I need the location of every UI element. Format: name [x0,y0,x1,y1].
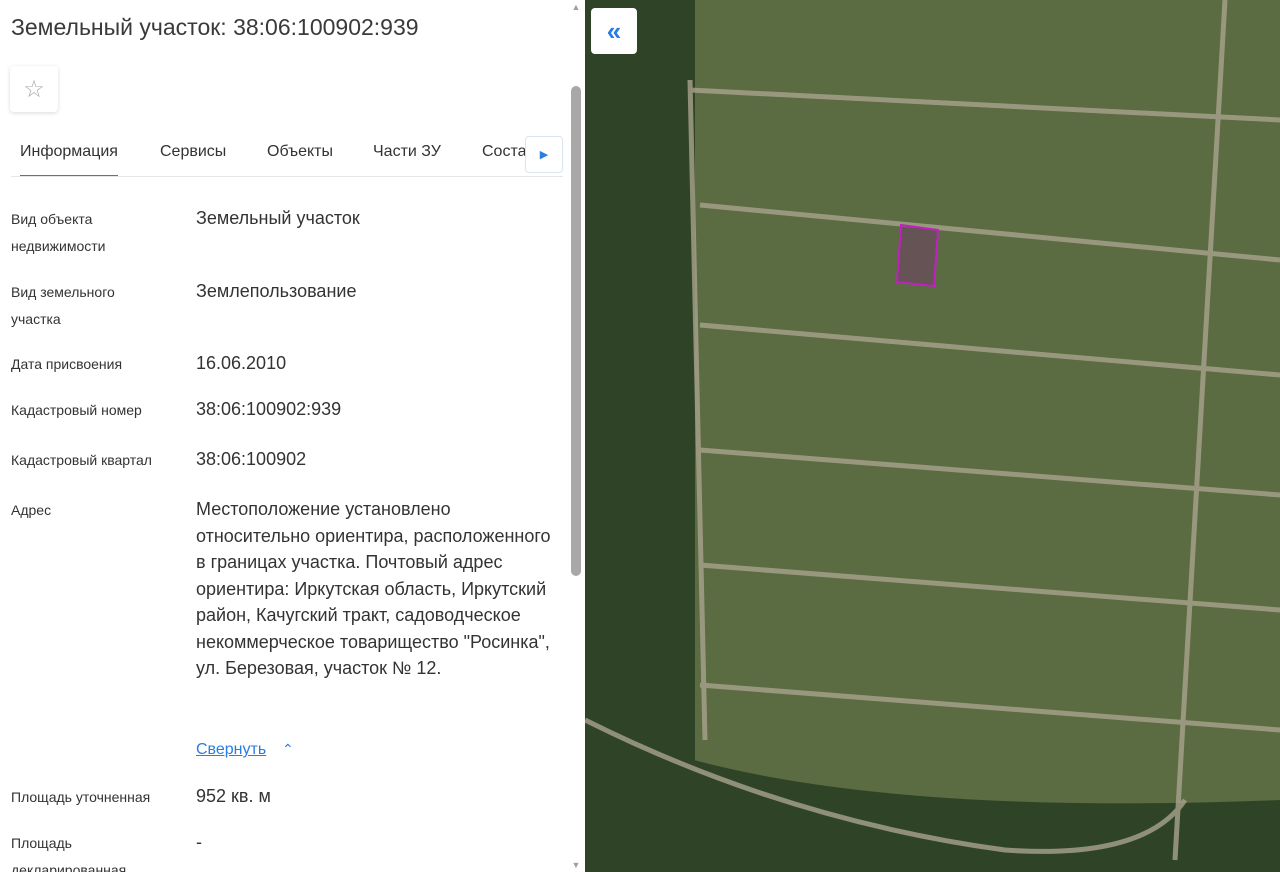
value-declared-area: - [196,832,202,852]
value-cadastral-number: 38:06:100902:939 [196,399,342,419]
value-object-type: Земельный участок [196,208,360,228]
caret-right-icon: ▶ [539,149,549,161]
collapse-link[interactable]: Свернуть [196,741,266,759]
value-date: 16.06.2010 [196,353,287,373]
value-cadastral-quarter: 38:06:100902 [196,449,307,469]
parcel-outline [895,223,940,288]
value-area: 952 кв. м [196,786,271,806]
scrollbar[interactable]: ▲ ▼ [570,0,584,872]
label-address: Адрес [11,502,52,518]
info-panel: Земельный участок: 38:06:100902:939 ☆ Ин… [0,0,585,872]
label-date: Дата присвоения [11,356,123,372]
collapse-panel-button[interactable]: « [591,8,637,54]
tab-parts[interactable]: Части ЗУ [373,143,441,161]
tab-services[interactable]: Сервисы [160,143,226,161]
chevron-up-icon[interactable]: ⌃ [282,741,294,758]
value-address: Местоположение установлено относительно … [196,499,551,678]
scroll-up-icon[interactable]: ▲ [570,2,582,12]
tabs-next-button[interactable]: ▶ [525,136,563,173]
double-chevron-left-icon: « [606,15,622,46]
map-imagery [585,0,1280,872]
label-area: Площадь уточненная [11,789,151,805]
label-object-type: Вид объекта недвижимости [11,211,106,254]
tab-info[interactable]: Информация [20,143,118,176]
scroll-down-icon[interactable]: ▼ [570,860,582,870]
tab-objects[interactable]: Объекты [267,143,333,161]
star-icon: ☆ [23,75,45,103]
label-cadastral-number: Кадастровый номер [11,402,142,418]
tabs: Информация Сервисы Объекты Части ЗУ Сост… [11,130,563,177]
label-declared-area: Площадь декларированная [11,835,127,872]
scrollbar-thumb[interactable] [571,86,581,576]
satellite-map[interactable] [585,0,1280,872]
label-cadastral-quarter: Кадастровый квартал [11,452,152,468]
page-title: Земельный участок: 38:06:100902:939 [11,14,419,40]
label-land-type: Вид земельного участка [11,284,115,327]
value-land-type: Землепользование [196,281,357,301]
favorite-star-button[interactable]: ☆ [10,66,58,112]
